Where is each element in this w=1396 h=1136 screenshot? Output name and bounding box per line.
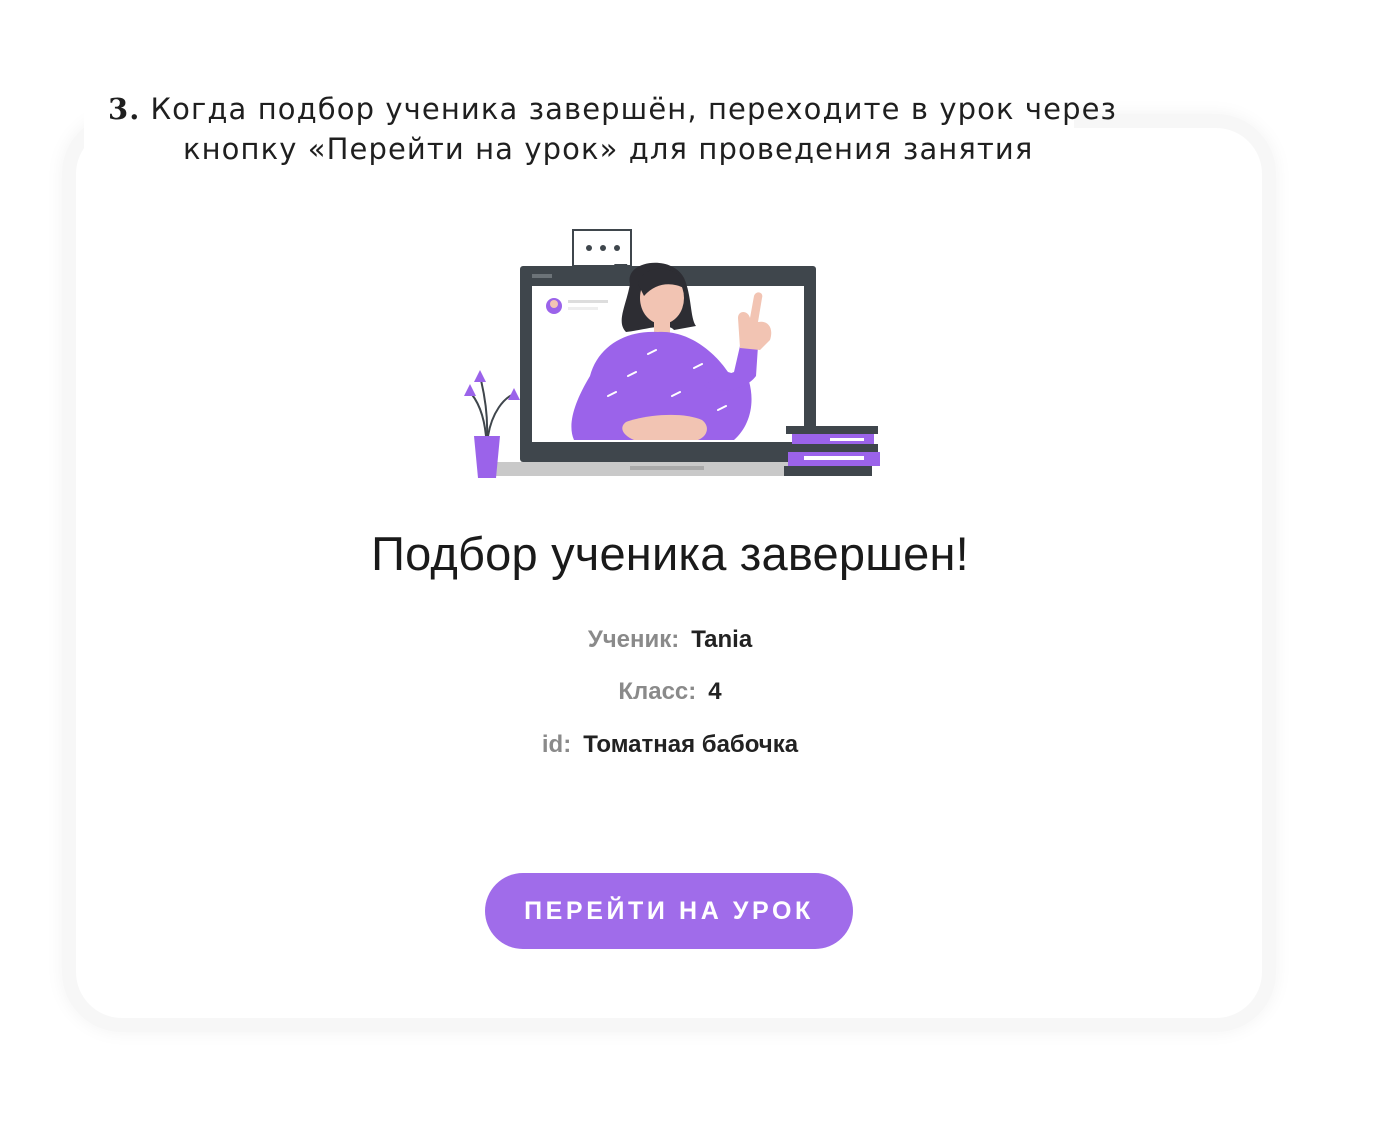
books-icon bbox=[780, 426, 880, 476]
page-title: Подбор ученика завершен! bbox=[371, 527, 969, 580]
id-label: id: bbox=[541, 731, 572, 758]
step-number: 3. bbox=[108, 92, 141, 126]
id-row: id: Томатная бабочка bbox=[0, 731, 1340, 759]
teacher-on-screen-illustration bbox=[464, 229, 880, 478]
grade-row: Класс: 4 bbox=[0, 678, 1340, 706]
student-label: Ученик: bbox=[587, 626, 680, 653]
instruction-caption: 3. Когда подбор ученика завершён, переход… bbox=[84, 92, 1116, 188]
instruction-line-1: 3. Когда подбор ученика завершён, переход… bbox=[108, 92, 1117, 126]
plant-icon bbox=[464, 370, 520, 478]
id-value: Томатная бабочка bbox=[583, 731, 799, 758]
instruction-text-1: Когда подбор ученика завершён, переходит… bbox=[150, 92, 1118, 126]
student-value: Tania bbox=[691, 626, 753, 653]
go-to-lesson-button[interactable]: ПЕРЕЙТИ НА УРОК bbox=[485, 873, 853, 949]
student-row: Ученик: Tania bbox=[0, 626, 1340, 654]
grade-value: 4 bbox=[708, 678, 722, 705]
grade-label: Класс: bbox=[618, 678, 697, 705]
instruction-line-2: кнопку «Перейти на урок» для проведения … bbox=[183, 132, 1034, 166]
